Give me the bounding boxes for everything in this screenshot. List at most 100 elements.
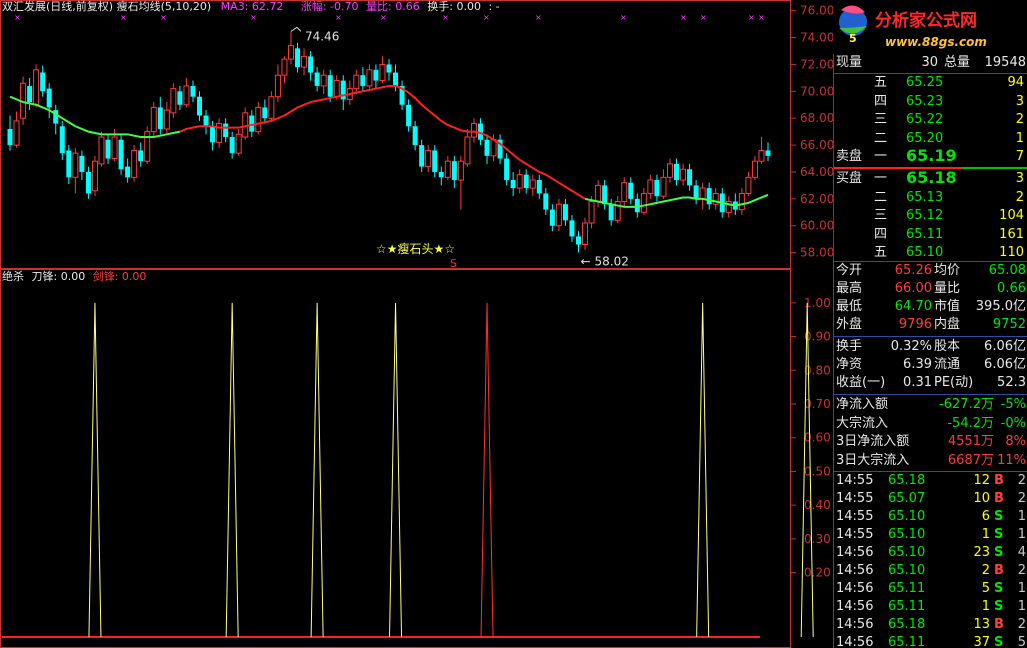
candle-body [543, 193, 549, 210]
tick-side: S [994, 545, 1004, 560]
top-marker: × [120, 13, 127, 22]
stat-label: 换手 [836, 339, 863, 354]
candle-body [608, 204, 614, 221]
stat-label: 最高 [836, 281, 863, 296]
sell-row: 五 65.25 94 [834, 74, 1027, 92]
candle-body [582, 222, 589, 246]
top-marker: × [535, 13, 542, 22]
tick-side: S [994, 527, 1004, 542]
tick-count: 2 [1017, 617, 1026, 632]
candle-body [660, 176, 667, 197]
candle-body [118, 139, 124, 170]
tick-row: 14:56 65.11 5 S 1 [834, 580, 1027, 598]
sub-y-tick-label: 0.70 [804, 397, 831, 411]
sell-qty: 1 [1015, 130, 1024, 146]
buy-qty: 110 [999, 245, 1024, 260]
buy-price: 65.11 [906, 226, 944, 242]
y-tick-label: 64.00 [800, 165, 833, 179]
top-marker: × [620, 13, 627, 22]
tick-side: B [994, 491, 1004, 506]
buy-level: 三 [874, 208, 888, 223]
candle-body [674, 163, 680, 181]
candle-body [157, 107, 163, 129]
tick-time: 14:56 [836, 599, 874, 614]
candle-body [386, 64, 392, 73]
candle-body [373, 69, 379, 81]
candle-body [621, 182, 628, 203]
tick-side: S [994, 635, 1004, 648]
candle-body [301, 55, 308, 68]
tick-side: B [994, 473, 1004, 488]
candle-body [72, 152, 79, 178]
y-tick-label: 66.00 [800, 138, 833, 152]
chart-area[interactable]: 76.00 74.00 72.00 70.00 68.00 66.00 64.00 62.00… [0, 0, 833, 648]
logo-graphic: 5 分析家公式网 www.88gs.com [833, 0, 1027, 54]
candle-body [595, 184, 602, 203]
tick-row: 14:56 65.18 13 B 2 [834, 616, 1027, 634]
candle-body [131, 149, 138, 178]
candle-body [438, 171, 444, 178]
tick-vol: 13 [973, 617, 990, 632]
tick-time: 14:56 [836, 635, 874, 648]
candle-body [504, 158, 510, 181]
stat-label: 内盘 [934, 317, 961, 332]
sub-y-tick-label: 0.30 [804, 532, 831, 546]
sell-price: 65.25 [906, 75, 944, 90]
sell-row: 卖盘一 65.19 7 [834, 147, 1027, 166]
buy-qty: 161 [999, 226, 1024, 242]
y-tick-label: 68.00 [800, 111, 833, 125]
buy-level: 四 [874, 226, 888, 242]
flow-value: 4551万 [947, 434, 994, 449]
sub-y-tick-label: 0.40 [804, 498, 831, 512]
top-marker: × [483, 13, 490, 22]
logo-text: 分析家公式网 [875, 10, 977, 31]
buy-row: 二 65.13 2 [834, 189, 1027, 207]
stat-value: 65.08 [988, 263, 1026, 278]
stat-row: 收益(一) 0.31 PE(动) 52.3 [834, 374, 1027, 392]
logo-url: www.88gs.com [885, 35, 987, 49]
flow-value: 6687万 [947, 452, 994, 468]
sell-price: 65.22 [906, 112, 944, 127]
sub-y-tick-label: 0.60 [804, 431, 831, 445]
sell-qty: 94 [1007, 75, 1024, 90]
high-arrow [290, 26, 302, 32]
tick-count: 1 [1017, 581, 1026, 596]
sell-qty: 3 [1015, 93, 1024, 109]
blade-value: 刀锋: 0.00 [31, 270, 86, 283]
sell-level: 三 [874, 112, 888, 127]
vol-value: 30 [921, 55, 938, 70]
sub-y-tick-label: 0.50 [804, 464, 831, 478]
candle-body [680, 168, 687, 181]
stat-label: 流通 [934, 357, 961, 372]
candle-body [569, 220, 575, 237]
candle-body [111, 136, 118, 160]
sub-y-tick-label: 0.20 [804, 566, 831, 580]
top-marker: × [160, 13, 167, 22]
tick-row: 14:55 65.10 6 S 1 [834, 508, 1027, 526]
candle-body [393, 72, 399, 86]
stock-title: 双汇发展(日线,前复权) [2, 0, 114, 13]
candle-body [510, 180, 516, 189]
candle-body [490, 139, 497, 157]
kline-chart[interactable]: 76.00 74.00 72.00 70.00 68.00 66.00 64.00 62.00… [0, 0, 833, 648]
signal-mark: S [450, 257, 457, 270]
stat-row: 净资 6.39 流通 6.06亿 [834, 356, 1027, 374]
candle-body [150, 106, 157, 133]
sell-qty: 7 [1015, 149, 1024, 164]
candle-body [229, 137, 235, 154]
stat-label: 均价 [934, 263, 961, 278]
stat-value: 0.32% [890, 339, 932, 354]
top-marker: × [700, 13, 707, 22]
candle-body [602, 185, 608, 205]
tick-vol: 37 [973, 635, 990, 648]
sell-level: 一 [874, 149, 888, 164]
buy-row: 五 65.10 110 [834, 244, 1027, 262]
tick-vol: 10 [973, 491, 990, 506]
top-marker: × [748, 13, 755, 22]
tick-vol: 23 [973, 545, 990, 560]
total-label: 总量 [944, 55, 971, 70]
candle-body [255, 106, 262, 133]
signal-text: ☆★瘦石头★☆ [376, 241, 455, 256]
logo: 5 分析家公式网 www.88gs.com [833, 0, 1027, 54]
candle-body [13, 120, 20, 146]
